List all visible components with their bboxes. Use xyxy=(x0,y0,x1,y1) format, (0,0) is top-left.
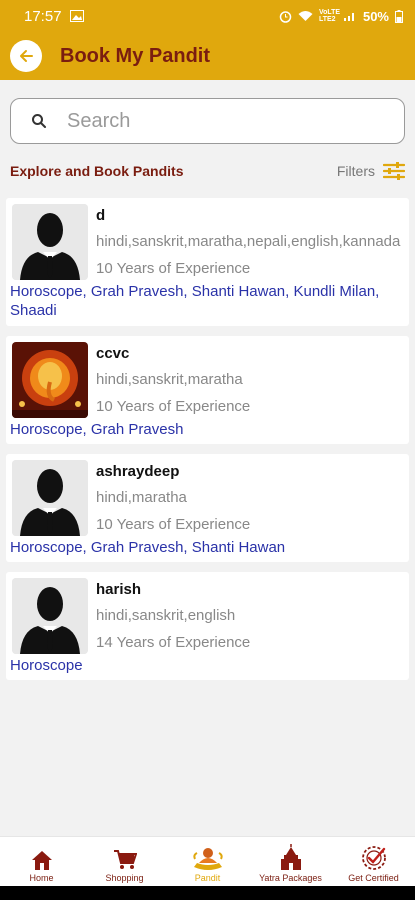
arrow-left-icon xyxy=(20,50,33,62)
filters-button[interactable]: Filters xyxy=(337,161,405,181)
nav-pandit[interactable]: Pandit xyxy=(166,837,249,886)
pandit-languages: hindi,maratha xyxy=(96,489,187,506)
nav-label: Home xyxy=(29,873,54,883)
pandit-services: Horoscope, Grah Pravesh, Shanti Hawan, K… xyxy=(10,283,380,319)
ganesha-image xyxy=(12,342,88,418)
search-icon xyxy=(32,114,46,128)
gallery-icon xyxy=(69,10,84,22)
nav-label: Get Certified xyxy=(348,873,399,883)
pandit-services: Horoscope, Grah Pravesh, Shanti Hawan xyxy=(10,539,286,556)
pandit-languages: hindi,sanskrit,maratha xyxy=(96,371,243,388)
app-bar: Book My Pandit xyxy=(0,32,415,80)
status-time: 17:57 xyxy=(24,7,62,25)
battery-icon xyxy=(395,9,403,23)
back-button[interactable] xyxy=(10,40,42,72)
nav-home[interactable]: Home xyxy=(0,837,83,886)
battery-level: 50% xyxy=(362,8,389,24)
explore-header: Explore and Book Pandits Filters xyxy=(10,158,405,184)
wifi-icon xyxy=(298,11,313,21)
bottom-nav: Home Shopping Pandit Yatra Packages Get … xyxy=(0,836,415,886)
pandit-card[interactable]: d hindi,sanskrit,maratha,nepali,english,… xyxy=(6,198,409,326)
search-input[interactable]: Search xyxy=(10,98,405,144)
filter-sliders-icon xyxy=(383,162,405,180)
pandit-card[interactable]: ashraydeep hindi,maratha 10 Years of Exp… xyxy=(6,454,409,562)
pandit-name: ashraydeep xyxy=(96,463,180,480)
nav-shopping[interactable]: Shopping xyxy=(83,837,166,886)
status-bar: 17:57 VoLTE LTE2 50% xyxy=(0,0,415,32)
pandit-languages: hindi,sanskrit,english xyxy=(96,607,236,624)
pandit-name: ccvc xyxy=(96,345,130,362)
nav-label: Shopping xyxy=(105,873,144,883)
pandit-name: harish xyxy=(96,581,142,598)
search-placeholder: Search xyxy=(67,109,131,132)
person-silhouette-icon xyxy=(12,460,88,536)
pandit-experience: 10 Years of Experience xyxy=(96,398,251,415)
pandit-experience: 10 Years of Experience xyxy=(96,516,251,533)
pandit-card[interactable]: harish hindi,sanskrit,english 14 Years o… xyxy=(6,572,409,680)
pandit-name: d xyxy=(96,207,106,224)
home-icon xyxy=(31,851,52,870)
network-label: VoLTE LTE2 xyxy=(318,9,341,23)
filters-label: Filters xyxy=(336,163,375,179)
nav-yatra-packages[interactable]: Yatra Packages xyxy=(249,837,332,886)
pandit-experience: 14 Years of Experience xyxy=(96,634,251,651)
pandit-services: Horoscope xyxy=(10,657,83,674)
section-title: Explore and Book Pandits xyxy=(10,163,184,179)
certificate-icon xyxy=(361,846,386,870)
pandit-services: Horoscope, Grah Pravesh xyxy=(10,421,184,438)
alarm-icon xyxy=(279,10,292,23)
person-silhouette-icon xyxy=(12,578,88,654)
system-navigation-bar xyxy=(0,886,415,900)
cart-icon xyxy=(113,850,137,869)
pandit-icon xyxy=(192,848,223,870)
nav-label: Yatra Packages xyxy=(259,873,322,883)
pandit-experience: 10 Years of Experience xyxy=(96,260,251,277)
person-silhouette-icon xyxy=(12,204,88,280)
signal-icon xyxy=(343,13,354,21)
pandit-card[interactable]: ccvc hindi,sanskrit,maratha 10 Years of … xyxy=(6,336,409,444)
nav-label: Pandit xyxy=(194,873,221,883)
page-title: Book My Pandit xyxy=(60,44,211,67)
nav-get-certified[interactable]: Get Certified xyxy=(332,837,415,886)
temple-icon xyxy=(280,844,301,870)
pandit-languages: hindi,sanskrit,maratha,nepali,english,ka… xyxy=(96,233,401,250)
